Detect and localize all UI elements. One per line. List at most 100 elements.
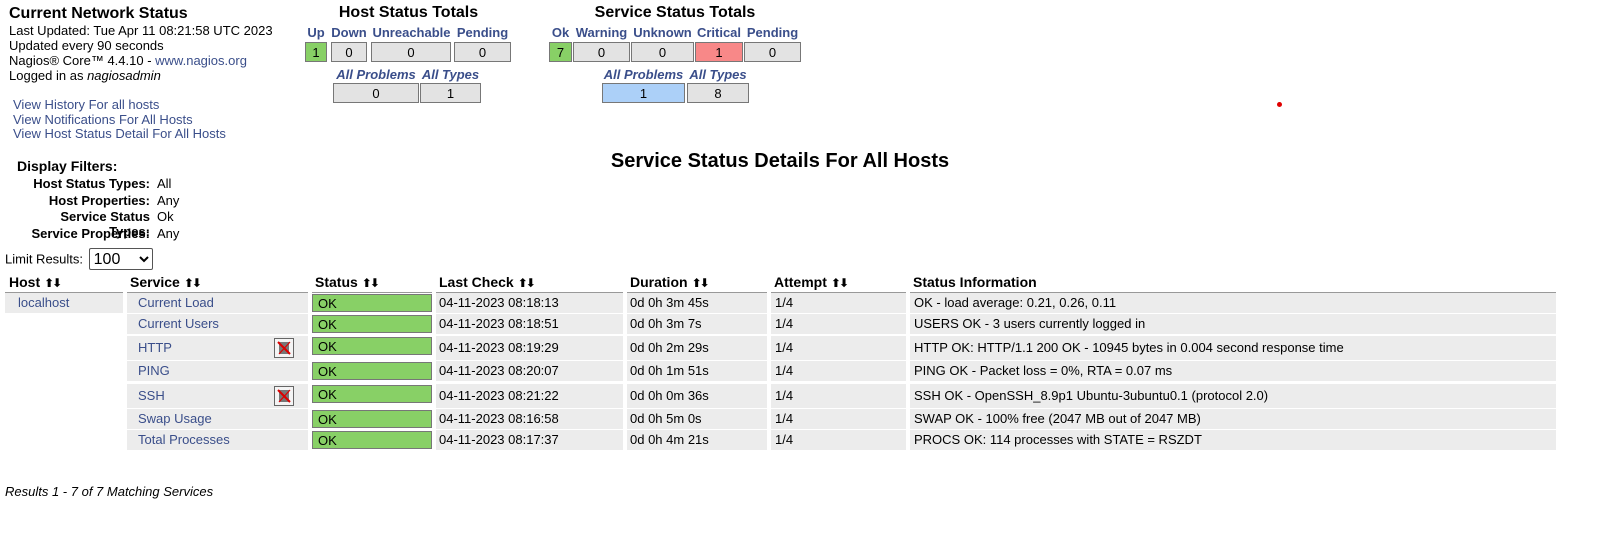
service-total-count-3[interactable]: 1 [695,42,743,62]
column-header-0: Host ⬆⬇ [5,274,123,293]
filter-label: Service Properties: [31,225,150,241]
view-links: View History For all hosts View Notifica… [13,97,226,142]
service-link[interactable]: HTTP [138,336,172,360]
service-problem-count-1[interactable]: 8 [687,83,749,103]
attempt-cell: 1/4 [775,316,794,331]
status-ok-badge: OK [312,410,432,428]
duration-cell: 0d 0h 3m 45s [630,295,709,310]
column-header-label: Service [130,274,180,290]
status-ok-badge: OK [312,431,432,449]
duration-cell: 0d 0h 0m 36s [630,388,709,403]
status-ok-badge: OK [312,337,432,355]
service-total-count-2[interactable]: 0 [631,42,694,62]
status-info-cell: SSH OK - OpenSSH_8.9p1 Ubuntu-3ubuntu0.1… [914,388,1269,403]
limit-results-select[interactable]: 100 [88,248,153,270]
attempt-cell: 1/4 [775,340,794,355]
host-total-header-3[interactable]: Pending [454,25,511,40]
service-problem-header-0[interactable]: All Problems [602,67,685,82]
service-total-header-4[interactable]: Pending [744,25,801,40]
column-header-6: Status Information [910,274,1556,293]
nagios-org-link[interactable]: www.nagios.org [155,53,247,68]
status-ok-badge: OK [312,315,432,333]
host-problem-count-1[interactable]: 1 [420,83,481,103]
update-interval-text: Updated every 90 seconds [9,38,164,53]
sort-arrows-icon[interactable]: ⬆⬇ [184,276,202,290]
last-check-cell: 04-11-2023 08:21:22 [439,388,559,403]
sort-arrows-icon[interactable]: ⬆⬇ [831,276,849,290]
service-problem-count-0[interactable]: 1 [602,83,685,103]
column-header-3: Last Check ⬆⬇ [436,274,623,293]
column-header-1: Service ⬆⬇ [127,274,308,293]
host-total-header-0[interactable]: Up [305,25,327,40]
logged-in-user: nagiosadmin [87,68,161,83]
host-link-localhost[interactable]: localhost [18,293,69,313]
service-total-count-0[interactable]: 7 [549,42,572,62]
service-total-header-1[interactable]: Warning [573,25,630,40]
limit-results-label: Limit Results: [5,251,84,267]
last-updated-text: Last Updated: Tue Apr 11 08:21:58 UTC 20… [9,23,273,38]
filter-value: Any [157,192,180,208]
attempt-cell: 1/4 [775,295,794,310]
status-ok-badge: OK [312,294,432,312]
logged-in-line: Logged in as nagiosadmin [9,68,273,83]
host-total-count-3[interactable]: 0 [454,42,511,62]
service-totals-title: Service Status Totals [594,4,756,21]
page-title: Service Status Details For All Hosts [610,150,950,172]
service-link[interactable]: PING [138,361,170,381]
view-host-status-link[interactable]: View Host Status Detail For All Hosts [13,126,226,141]
service-link[interactable]: Current Load [138,293,214,313]
status-info-cell: PING OK - Packet loss = 0%, RTA = 0.07 m… [914,363,1173,378]
column-header-5: Attempt ⬆⬇ [771,274,906,293]
host-totals-title: Host Status Totals [338,4,479,21]
status-ok-badge: OK [312,385,432,403]
service-link[interactable]: Current Users [138,314,219,334]
attempt-cell: 1/4 [775,388,794,403]
view-notifications-link[interactable]: View Notifications For All Hosts [13,112,193,127]
sort-arrows-icon[interactable]: ⬆⬇ [362,276,380,290]
sort-arrows-icon[interactable]: ⬆⬇ [518,276,536,290]
service-link[interactable]: SSH [138,384,165,408]
red-dot-marker [1277,102,1282,107]
service-total-count-4[interactable]: 0 [744,42,801,62]
host-total-count-0[interactable]: 1 [305,42,327,62]
status-info-cell: PROCS OK: 114 processes with STATE = RSZ… [914,432,1202,447]
host-total-count-1[interactable]: 0 [331,42,367,62]
service-link[interactable]: Total Processes [138,430,230,450]
service-total-header-0[interactable]: Ok [549,25,572,40]
last-check-cell: 04-11-2023 08:16:58 [439,411,559,426]
service-total-count-1[interactable]: 0 [573,42,630,62]
sort-arrows-icon[interactable]: ⬆⬇ [692,276,710,290]
column-header-label: Status [315,274,358,290]
duration-cell: 0d 0h 2m 29s [630,340,709,355]
service-total-header-3[interactable]: Critical [695,25,743,40]
status-info-cell: SWAP OK - 100% free (2047 MB out of 2047… [914,411,1201,426]
limit-results: Limit Results: 100 [5,248,153,270]
filter-label: Host Properties: [48,192,150,208]
column-header-2: Status ⬆⬇ [312,274,432,293]
attempt-cell: 1/4 [775,411,794,426]
host-problem-header-1[interactable]: All Types [420,67,481,82]
column-header-label: Last Check [439,274,514,290]
host-total-count-2[interactable]: 0 [371,42,451,62]
host-problem-count-0[interactable]: 0 [333,83,419,103]
sort-arrows-icon[interactable]: ⬆⬇ [44,276,62,290]
host-total-header-1[interactable]: Down [331,25,367,40]
attempt-cell: 1/4 [775,432,794,447]
filter-value: Ok [157,209,174,224]
status-info-cell: USERS OK - 3 users currently logged in [914,316,1146,331]
view-history-link[interactable]: View History For all hosts [13,97,159,112]
last-check-cell: 04-11-2023 08:19:29 [439,340,559,355]
version-text: Nagios® Core™ 4.4.10 - [9,53,156,68]
host-problem-header-0[interactable]: All Problems [333,67,419,82]
attempt-cell: 1/4 [775,363,794,378]
service-total-header-2[interactable]: Unknown [631,25,694,40]
notifications-disabled-icon[interactable] [274,338,294,358]
duration-cell: 0d 0h 1m 51s [630,363,709,378]
column-header-label: Attempt [774,274,827,290]
column-header-label: Status Information [913,274,1037,290]
service-problem-header-1[interactable]: All Types [687,67,749,82]
notifications-disabled-icon[interactable] [274,386,294,406]
host-total-header-2[interactable]: Unreachable [371,25,452,40]
filter-label: Host Status Types: [33,176,150,191]
service-link[interactable]: Swap Usage [138,409,212,429]
